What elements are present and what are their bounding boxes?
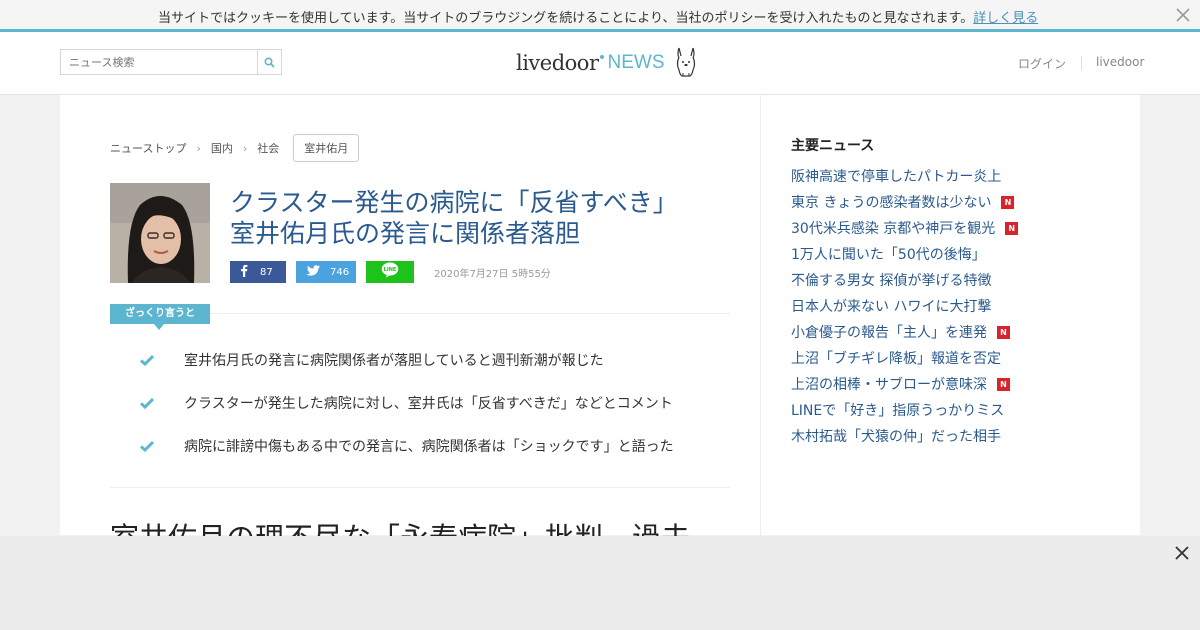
search-form	[60, 49, 282, 75]
check-icon	[140, 394, 155, 413]
news-item[interactable]: 木村拓哉「犬猿の仲」だった相手	[791, 423, 1018, 449]
news-item-text[interactable]: 上沼「ブチギレ降板」報道を否定	[791, 348, 1001, 368]
summary-item-text: 病院に誹謗中傷もある中での発言に、病院関係者は「ショックです」と語った	[184, 439, 674, 455]
breadcrumb: ニューストップ › 国内 › 社会 室井佑月	[110, 134, 360, 162]
news-item-text[interactable]: 30代米兵感染 京都や神戸を観光	[791, 218, 995, 238]
news-item-text[interactable]: 木村拓哉「犬猿の仲」だった相手	[791, 426, 1001, 446]
check-icon	[140, 437, 155, 456]
header-divider	[1081, 56, 1082, 70]
facebook-count: 87	[260, 266, 273, 278]
chevron-right-icon: ›	[196, 141, 201, 155]
news-item-text[interactable]: 1万人に聞いた「50代の後悔」	[791, 244, 986, 264]
new-badge: N	[997, 377, 1010, 391]
new-badge: N	[1001, 195, 1015, 209]
news-item[interactable]: LINEで「好き」指原うっかりミス	[791, 397, 1018, 423]
chevron-right-icon: ›	[242, 141, 248, 155]
twitter-icon	[306, 264, 320, 280]
close-icon[interactable]	[1174, 6, 1192, 24]
news-item[interactable]: 不倫する男女 探偵が挙げる特徴	[791, 267, 1018, 293]
news-item[interactable]: 30代米兵感染 京都や神戸を観光 N	[791, 215, 1019, 241]
publish-date: 2020年7月27日 5時55分	[434, 268, 551, 280]
search-icon	[264, 53, 275, 72]
cookie-message-text: 当サイトではクッキーを使用しています。当サイトのブラウジングを続けることにより、…	[158, 11, 974, 26]
site-logo[interactable]: livedoor NEWS	[516, 46, 699, 80]
news-item[interactable]: 小倉優子の報告「主人」を連発 N	[791, 319, 1018, 345]
twitter-count: 746	[330, 266, 350, 278]
svg-text:LINE: LINE	[384, 267, 397, 273]
summary-label-pointer	[154, 324, 164, 330]
search-button[interactable]	[257, 50, 281, 74]
breadcrumb-item-domestic[interactable]: 国内	[211, 140, 233, 156]
news-item-text[interactable]: 不倫する男女 探偵が挙げる特徴	[791, 270, 991, 290]
article-photo[interactable]	[110, 183, 210, 283]
logo-dot	[599, 55, 604, 59]
facebook-share-button[interactable]: 87	[230, 261, 286, 283]
news-item-text[interactable]: 日本人が来ない ハワイに大打撃	[791, 296, 991, 316]
sidebar: 主要ニュース 阪神高速で停車したパトカー炎上 東京 きょうの感染者数は少ない N …	[760, 95, 1140, 535]
topic-tag[interactable]: 室井佑月	[293, 134, 360, 162]
breadcrumb-item-top[interactable]: ニューストップ	[110, 140, 186, 156]
cookie-banner: 当サイトではクッキーを使用しています。当サイトのブラウジングを続けることにより、…	[0, 0, 1200, 32]
share-bar: 87 746 LINE 2020年7月27日 5時55分	[230, 261, 551, 283]
article-title: クラスター発生の病院に「反省すべき」 室井佑月氏の発言に関係者落胆	[230, 187, 740, 249]
facebook-icon	[240, 264, 248, 280]
news-item-text[interactable]: 上沼の相棒・サブローが意味深	[791, 374, 987, 394]
summary-item-text: クラスターが発生した病院に対し、室井氏は「反省すべきだ」などとコメント	[184, 396, 673, 412]
news-item-text[interactable]: 阪神高速で停車したパトカー炎上	[791, 166, 1001, 186]
close-icon[interactable]	[1173, 544, 1191, 562]
twitter-share-button[interactable]: 746	[296, 261, 356, 283]
news-item[interactable]: 1万人に聞いた「50代の後悔」	[791, 241, 1018, 267]
new-badge: N	[997, 325, 1010, 339]
new-badge: N	[1005, 221, 1019, 235]
login-link[interactable]: ログイン	[1018, 55, 1066, 72]
livedoor-link[interactable]: livedoor	[1096, 55, 1144, 69]
article-title-line1: クラスター発生の病院に「反省すべき」	[230, 188, 678, 217]
top-news-list: 阪神高速で停車したパトカー炎上 東京 きょうの感染者数は少ない N 30代米兵感染…	[791, 163, 1019, 449]
news-item[interactable]: 阪神高速で停車したパトカー炎上	[791, 163, 1018, 189]
line-icon: LINE	[381, 262, 399, 282]
bottom-ad-banner	[0, 536, 1200, 630]
cookie-details-link[interactable]: 詳しく見る	[973, 11, 1038, 26]
article-main: ニューストップ › 国内 › 社会 室井佑月 クラスター発生の病院に「反省すべき…	[60, 95, 760, 555]
cookie-message: 当サイトではクッキーを使用しています。当サイトのブラウジングを続けることにより、…	[158, 7, 1038, 26]
line-share-button[interactable]: LINE	[366, 261, 414, 283]
check-icon	[140, 351, 155, 370]
news-item[interactable]: 上沼「ブチギレ降板」報道を否定	[791, 345, 1018, 371]
news-item[interactable]: 東京 きょうの感染者数は少ない N	[791, 189, 1018, 215]
site-header: livedoor NEWS ログイン livedoor	[0, 32, 1200, 95]
breadcrumb-item-society[interactable]: 社会	[257, 140, 279, 156]
logo-news-text: NEWS	[607, 52, 665, 73]
news-item-text[interactable]: 東京 きょうの感染者数は少ない	[791, 192, 991, 212]
sidebar-title: 主要ニュース	[791, 138, 875, 154]
summary-item-text: 室井佑月氏の発言に病院関係者が落胆していると週刊新潮が報じた	[184, 353, 604, 369]
news-item[interactable]: 上沼の相棒・サブローが意味深 N	[791, 371, 1018, 397]
summary-label: ざっくり言うと	[110, 304, 210, 324]
article-divider	[110, 487, 730, 488]
logo-wordmark: livedoor	[516, 51, 599, 75]
dog-mascot-icon	[673, 44, 699, 82]
news-item-text[interactable]: 小倉優子の報告「主人」を連発	[791, 322, 987, 342]
news-item-text[interactable]: LINEで「好き」指原うっかりミス	[791, 400, 1004, 420]
article-title-line2: 室井佑月氏の発言に関係者落胆	[230, 219, 581, 248]
search-input[interactable]	[61, 50, 257, 74]
news-item[interactable]: 日本人が来ない ハワイに大打撃	[791, 293, 1018, 319]
